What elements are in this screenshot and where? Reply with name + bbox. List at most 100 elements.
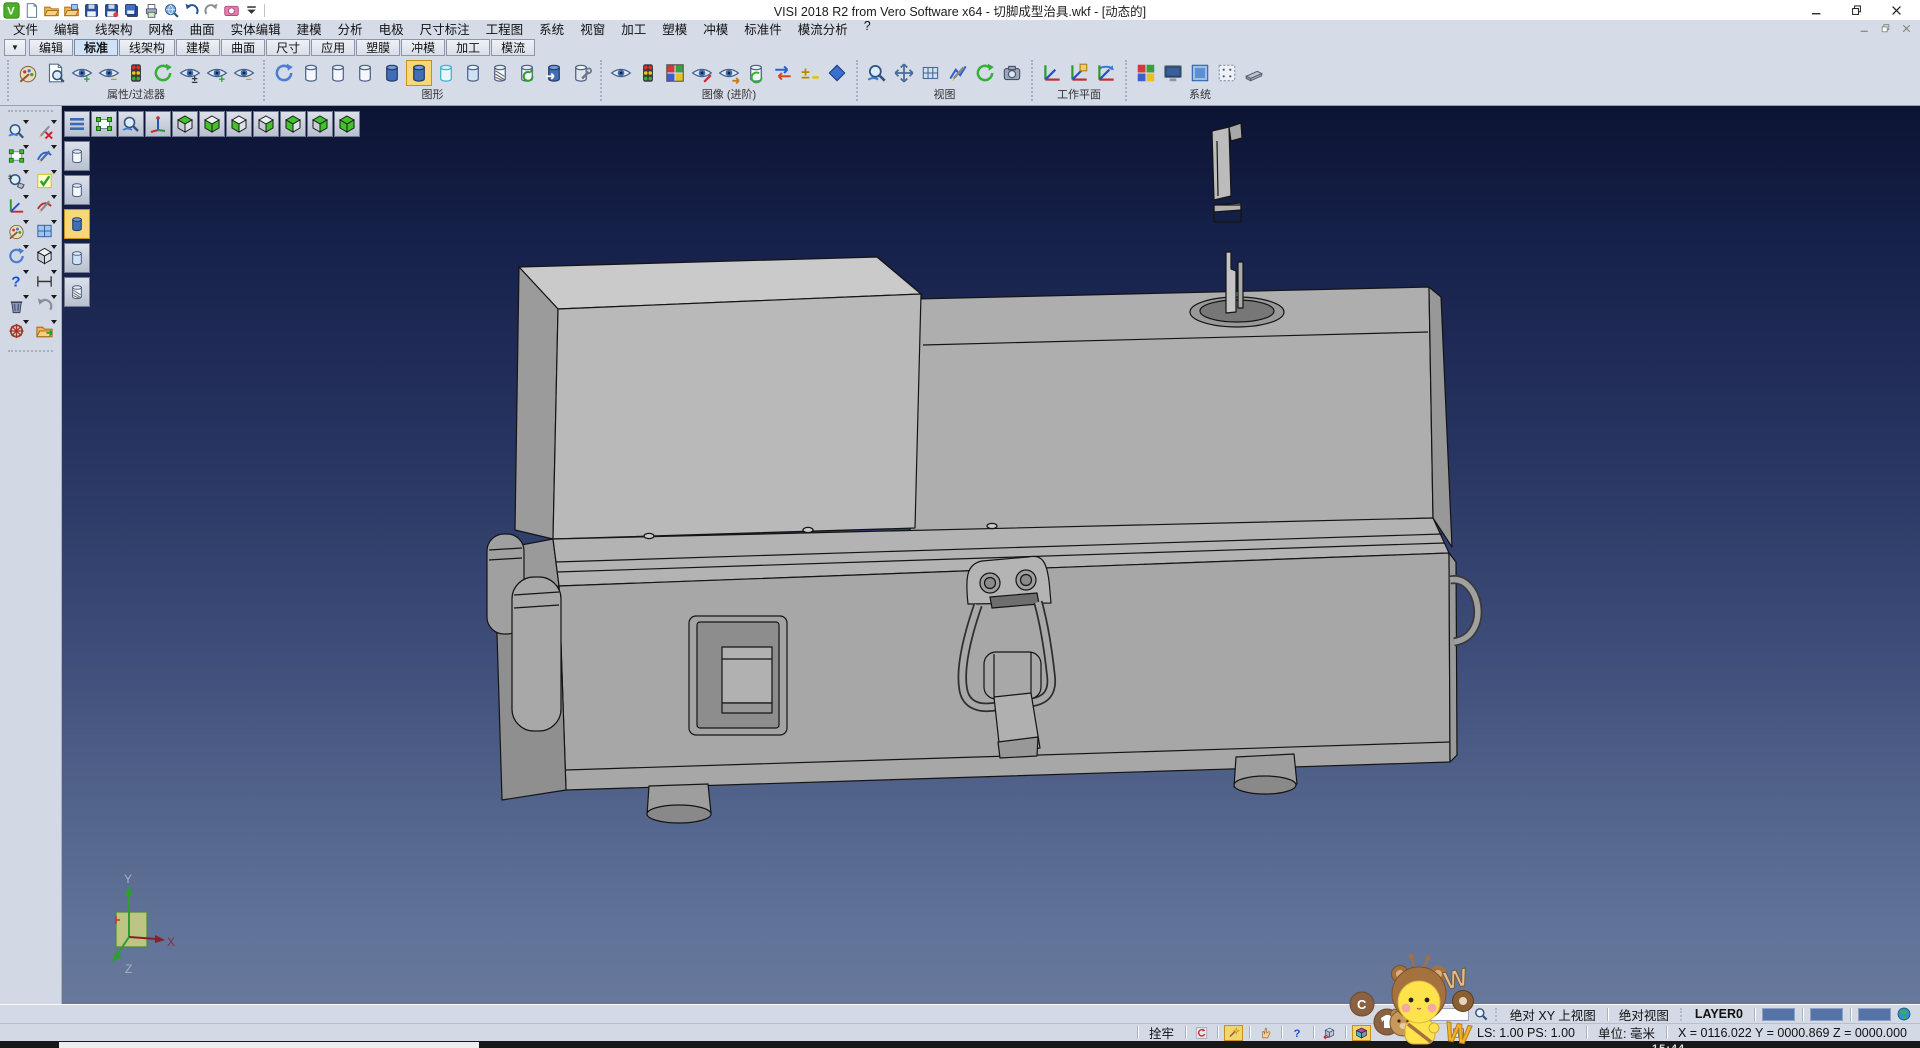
tab-0[interactable]: 编辑 <box>29 39 73 56</box>
mdi-minimize-button[interactable] <box>1859 23 1870 34</box>
snap-lock-label[interactable]: 拴牢 <box>1142 1023 1181 1042</box>
taskbar-window-segment[interactable] <box>59 1042 479 1048</box>
menu-item-9[interactable]: 尺寸标注 <box>412 19 478 38</box>
menu-item-7[interactable]: 分析 <box>330 19 371 38</box>
explore-view-icon[interactable] <box>4 120 29 142</box>
menu-item-2[interactable]: 线架构 <box>87 19 141 38</box>
status-grip[interactable] <box>1680 1008 1684 1021</box>
diamond-blue-icon[interactable] <box>824 60 850 86</box>
plus-minus-icon[interactable]: ± <box>797 60 823 86</box>
cylinder-recycle-icon[interactable] <box>514 60 540 86</box>
model-pin[interactable] <box>1226 252 1243 313</box>
menu-item-0[interactable]: 文件 <box>5 19 46 38</box>
layer-delete-button[interactable] <box>64 277 90 307</box>
menu-item-3[interactable]: 网格 <box>141 19 182 38</box>
tab-8[interactable]: 冲模 <box>401 39 445 56</box>
arrow-swap-icon[interactable] <box>770 60 796 86</box>
menu-item-18[interactable]: ? <box>856 19 879 38</box>
menu-item-11[interactable]: 系统 <box>531 19 572 38</box>
qat-dropdown-icon[interactable] <box>243 2 260 19</box>
save-file-icon[interactable] <box>83 2 100 19</box>
view-front-button[interactable] <box>280 111 306 137</box>
new-file-icon[interactable] <box>23 2 40 19</box>
workplane-axes-icon[interactable] <box>1039 60 1065 86</box>
redo-icon[interactable] <box>203 2 220 19</box>
fit-selection-icon[interactable] <box>4 145 29 167</box>
attributes-palette-icon[interactable] <box>15 60 41 86</box>
menu-item-5[interactable]: 实体编辑 <box>223 19 289 38</box>
active-layer-label[interactable]: LAYER0 <box>1688 1007 1750 1021</box>
view-reference-label[interactable]: 绝对视图 <box>1612 1005 1676 1024</box>
viewport-menu-button[interactable] <box>64 111 90 137</box>
menu-item-8[interactable]: 电极 <box>371 19 412 38</box>
tab-6[interactable]: 应用 <box>311 39 355 56</box>
tab-dropdown-button[interactable]: ▼ <box>4 39 26 56</box>
profile-line-icon[interactable] <box>945 60 971 86</box>
recessed-latch[interactable] <box>689 616 787 735</box>
cad-model-canvas[interactable] <box>62 106 1920 1004</box>
cylinder-tools-icon[interactable] <box>568 60 594 86</box>
eye-remove-icon[interactable]: − <box>96 60 122 86</box>
layer-active-button[interactable] <box>64 209 90 239</box>
mdi-restore-button[interactable] <box>1880 23 1891 34</box>
shaded-eye-icon[interactable] <box>608 60 634 86</box>
menu-item-13[interactable]: 加工 <box>613 19 654 38</box>
cylinder-cyan-icon[interactable] <box>433 60 459 86</box>
undo-icon[interactable] <box>183 2 200 19</box>
tab-1[interactable]: 标准 <box>74 39 118 56</box>
delete-entities-icon[interactable] <box>4 295 29 317</box>
eye-minus-icon[interactable]: − <box>231 60 257 86</box>
confirm-check-icon[interactable] <box>32 170 57 192</box>
view-left-button[interactable] <box>226 111 252 137</box>
zoom-window-button[interactable] <box>118 111 144 137</box>
view-right-button[interactable] <box>253 111 279 137</box>
context-help-icon[interactable]: ? <box>1288 1025 1307 1041</box>
print-preview-icon[interactable] <box>163 2 180 19</box>
axis-orientation-button[interactable] <box>145 111 171 137</box>
cylinder-refresh-icon[interactable] <box>743 60 769 86</box>
view-iso-button[interactable] <box>334 111 360 137</box>
move-origin-icon[interactable] <box>4 195 29 217</box>
render-palette-icon[interactable] <box>662 60 688 86</box>
workplane-rotate-icon[interactable] <box>1093 60 1119 86</box>
gray-slab-icon[interactable] <box>1241 60 1267 86</box>
pan-view-icon[interactable] <box>891 60 917 86</box>
grid-plane-icon[interactable] <box>918 60 944 86</box>
menu-item-1[interactable]: 编辑 <box>46 19 87 38</box>
save-all-icon[interactable] <box>123 2 140 19</box>
menu-item-17[interactable]: 模流分析 <box>790 19 856 38</box>
toolkit-wheel-icon[interactable] <box>4 320 29 342</box>
floating-part[interactable] <box>1212 123 1242 222</box>
regen-view-icon[interactable] <box>4 245 29 267</box>
panel-grip[interactable] <box>8 110 53 114</box>
sketch-curve-icon[interactable] <box>32 145 57 167</box>
tab-10[interactable]: 模流 <box>491 39 535 56</box>
tab-3[interactable]: 建模 <box>176 39 220 56</box>
cylinder-copy-icon[interactable] <box>541 60 567 86</box>
zoom-dynamic-icon[interactable] <box>864 60 890 86</box>
edit-curve-icon[interactable] <box>32 195 57 217</box>
menu-item-15[interactable]: 冲模 <box>695 19 736 38</box>
refresh-visibility-icon[interactable] <box>150 60 176 86</box>
capture-image-icon[interactable] <box>223 2 240 19</box>
page-preview-icon[interactable] <box>42 60 68 86</box>
cylinder-blue-icon[interactable] <box>379 60 405 86</box>
layer-color-swatch-2[interactable] <box>1858 1008 1891 1021</box>
eye-plusminus-icon[interactable]: ± <box>177 60 203 86</box>
magic-wand-icon[interactable] <box>1224 1025 1243 1041</box>
menu-item-14[interactable]: 塑模 <box>654 19 695 38</box>
traffic-light-icon[interactable] <box>123 60 149 86</box>
erase-sketch-icon[interactable] <box>32 120 57 142</box>
layer-empty-2-button[interactable] <box>64 175 90 205</box>
eye-add-icon[interactable]: + <box>69 60 95 86</box>
cylinder-light-icon[interactable] <box>460 60 486 86</box>
layer-empty-1-button[interactable] <box>64 141 90 171</box>
menu-item-10[interactable]: 工程图 <box>478 19 532 38</box>
attributes-browser-icon[interactable] <box>4 220 29 242</box>
view-orientation-label[interactable]: 绝对 XY 上视图 <box>1503 1005 1603 1024</box>
menu-item-4[interactable]: 曲面 <box>182 19 223 38</box>
menu-item-6[interactable]: 建模 <box>289 19 330 38</box>
pick-hand-icon[interactable] <box>1256 1025 1275 1041</box>
view-top-button[interactable] <box>172 111 198 137</box>
shade-mode-icon[interactable] <box>32 245 57 267</box>
